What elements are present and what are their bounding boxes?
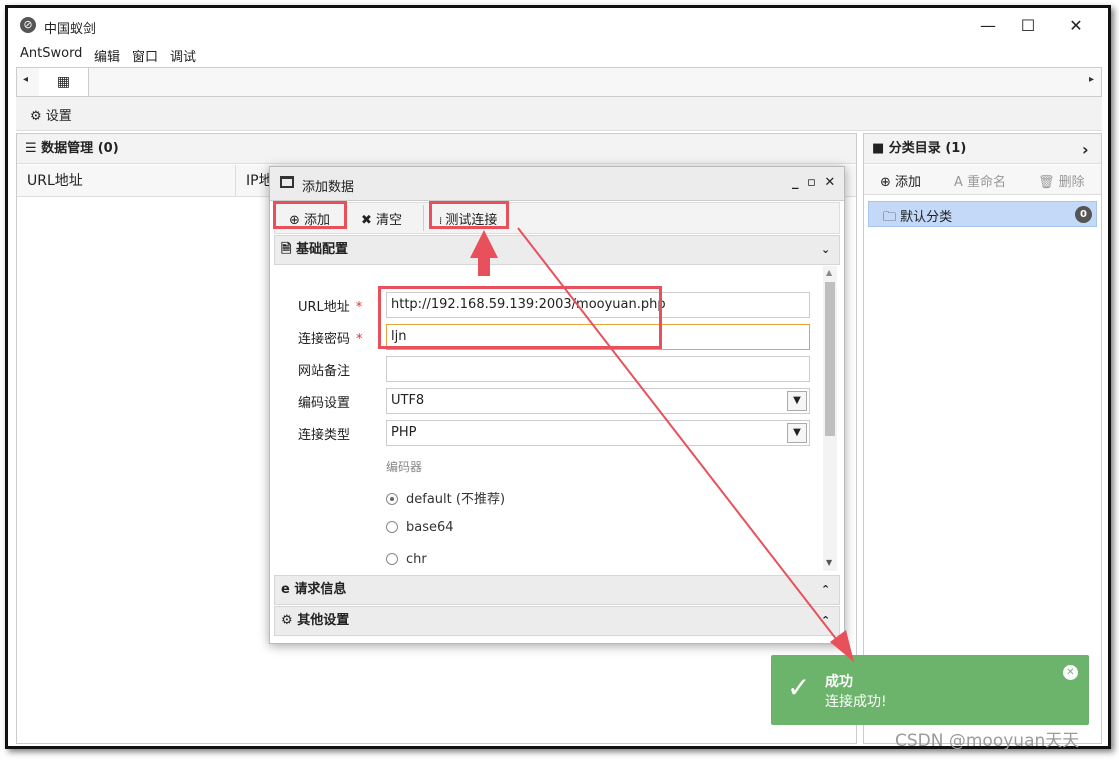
up-arrow-shape <box>470 230 498 276</box>
annotation-arrows <box>470 227 854 662</box>
csdn-watermark: CSDN @mooyuan天天 <box>895 731 1080 751</box>
pointer-line <box>517 227 841 645</box>
app-window: ⊘ 中国蚁剑 — ☐ ✕ AntSword 编辑 窗口 调试 ◂ ▦ ▸ ⚙ 设… <box>5 5 1111 749</box>
